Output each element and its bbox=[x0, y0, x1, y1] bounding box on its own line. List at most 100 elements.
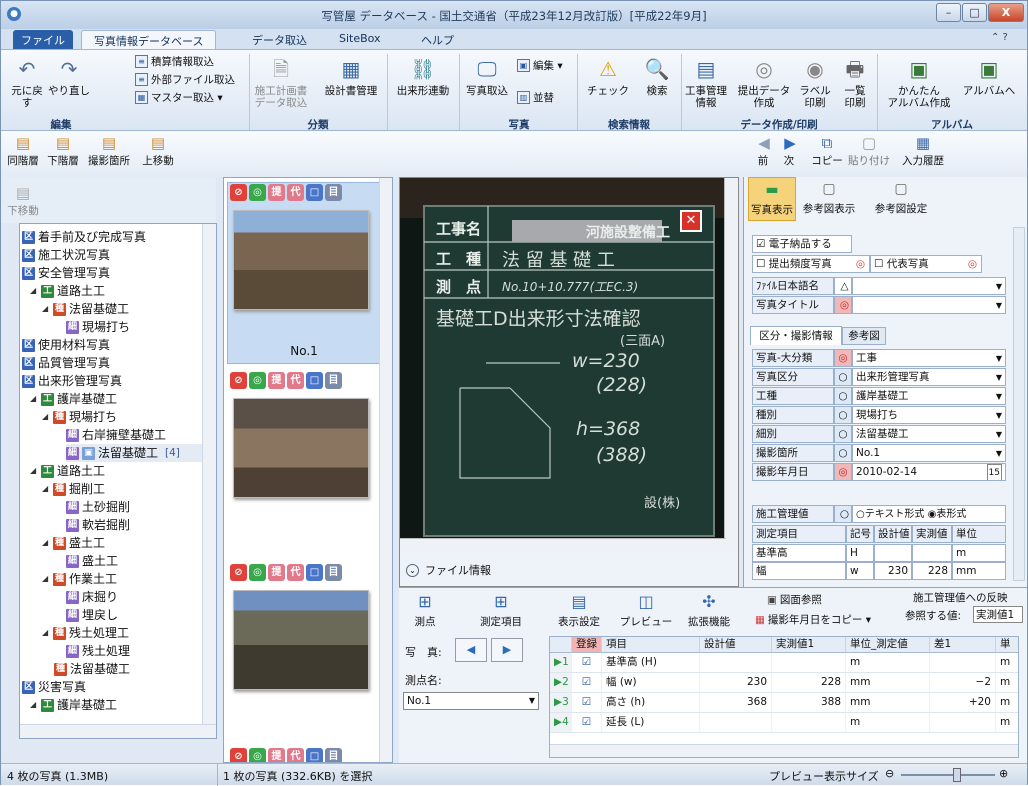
thumb-status-icon[interactable]: 目 bbox=[325, 184, 342, 201]
thumb-status-icon[interactable]: 代 bbox=[287, 372, 304, 389]
grid-cell[interactable]: ☑ bbox=[572, 693, 602, 713]
tree-item[interactable]: 区出来形管理写真 bbox=[22, 372, 122, 390]
expand-icon[interactable]: ◢ bbox=[42, 300, 50, 318]
extension-button[interactable]: ✣ 拡張機能 bbox=[683, 592, 735, 629]
thumb-status-icon[interactable]: □ bbox=[306, 372, 323, 389]
field-value-select[interactable]: 法留基礎工 ▼ bbox=[852, 425, 1006, 443]
thumb-status-icon[interactable]: ⊘ bbox=[230, 564, 247, 581]
field-value-select[interactable]: 工事 ▼ bbox=[852, 349, 1006, 367]
next-button[interactable]: ▶ 次 bbox=[779, 133, 799, 167]
grid-cell[interactable]: ☑ bbox=[572, 653, 602, 673]
copy-date-button[interactable]: ▦ 撮影年月日をコピー ▾ bbox=[755, 612, 871, 627]
photo-title-input[interactable]: ▼ bbox=[852, 296, 1006, 314]
field-value-select[interactable]: No.1 ▼ bbox=[852, 444, 1006, 462]
thumb-status-icon[interactable]: ⊘ bbox=[230, 748, 247, 762]
submit-data-button[interactable]: ◎ 提出データ 作成 bbox=[733, 56, 795, 109]
tab-help[interactable]: ヘルプ bbox=[413, 30, 462, 49]
thumb-status-icon[interactable]: □ bbox=[306, 564, 323, 581]
preview-size-slider[interactable] bbox=[901, 774, 995, 776]
list-print-button[interactable]: 🖶 一覧 印刷 bbox=[835, 56, 875, 109]
photo-import-button[interactable]: 🖵 写真取込 bbox=[463, 56, 511, 97]
copy-button[interactable]: ⧉ コピー bbox=[809, 133, 845, 167]
expand-icon[interactable]: ◢ bbox=[42, 480, 50, 498]
tree-item[interactable]: 種法留基礎工 bbox=[54, 660, 130, 678]
place-button[interactable]: ▤ 撮影箇所 bbox=[83, 133, 135, 167]
thumb-status-icon[interactable]: ⊘ bbox=[230, 184, 247, 201]
photo-next-button[interactable]: ▶ bbox=[491, 638, 523, 662]
thumb-status-icon[interactable]: ◎ bbox=[249, 372, 266, 389]
check-button[interactable]: ⚠ チェック bbox=[583, 56, 633, 97]
expand-icon[interactable]: ◢ bbox=[30, 696, 38, 714]
tree-item[interactable]: ◢ 工護岸基礎工 bbox=[30, 390, 117, 408]
grid-cell[interactable]: ☑ bbox=[572, 713, 602, 733]
thumb-status-icon[interactable]: 提 bbox=[268, 372, 285, 389]
field-value-select[interactable]: 現場打ち ▼ bbox=[852, 406, 1006, 424]
thumbnail-image[interactable] bbox=[233, 210, 369, 310]
tree-item[interactable]: 細現場打ち bbox=[66, 318, 130, 336]
plan-doc-import-button[interactable]: 🗎 施工計画書 データ取込 bbox=[251, 56, 311, 109]
tree-item[interactable]: ◢ 工護岸基礎工 bbox=[30, 696, 117, 714]
tree-item[interactable]: 区使用材料写真 bbox=[22, 336, 110, 354]
expand-icon[interactable]: ◢ bbox=[42, 570, 50, 588]
property-panel-scrollbar[interactable] bbox=[1013, 227, 1025, 581]
thumb-status-icon[interactable]: 提 bbox=[268, 748, 285, 762]
thumb-status-icon[interactable]: ◎ bbox=[249, 748, 266, 762]
tree-item[interactable]: 細埋戻し bbox=[66, 606, 118, 624]
thumbnail-scrollbar[interactable] bbox=[379, 178, 392, 762]
preview-scrollbar-h[interactable] bbox=[400, 538, 726, 552]
paste-button[interactable]: ▢ 貼り付け bbox=[847, 133, 891, 167]
label-print-button[interactable]: ◉ ラベル 印刷 bbox=[793, 56, 837, 109]
thumb-status-icon[interactable]: 目 bbox=[325, 564, 342, 581]
thumbnail-image[interactable] bbox=[233, 398, 369, 498]
tab-sitebox[interactable]: SiteBox bbox=[331, 30, 389, 49]
tree-item[interactable]: ◢ 種掘削工 bbox=[42, 480, 105, 498]
thumbnail-image[interactable] bbox=[233, 590, 369, 690]
same-level-button[interactable]: ▤ 同階層 bbox=[3, 133, 43, 167]
tree-item[interactable]: 区災害写真 bbox=[22, 678, 86, 696]
tree-item[interactable]: 区安全管理写真 bbox=[22, 264, 110, 282]
expand-icon[interactable]: ◢ bbox=[30, 462, 38, 480]
representative-checkbox[interactable]: ☐ 代表写真 ◎ bbox=[870, 255, 982, 273]
tab-data-import[interactable]: データ取込 bbox=[244, 30, 315, 49]
to-album-button[interactable]: ▣ アルバムへ bbox=[959, 56, 1019, 97]
thumb-status-icon[interactable]: 代 bbox=[287, 184, 304, 201]
tree-item[interactable]: 区着手前及び完成写真 bbox=[22, 228, 146, 246]
tree-item[interactable]: ◢ 工道路土工 bbox=[30, 282, 105, 300]
move-down-button[interactable]: ▤ 下移動 bbox=[3, 183, 43, 217]
tree-item[interactable]: ◢ 種法留基礎工 bbox=[42, 300, 129, 318]
expand-icon[interactable]: ◢ bbox=[42, 408, 50, 426]
maximize-button[interactable]: □ bbox=[962, 3, 987, 22]
radio-icon[interactable]: ○ bbox=[856, 509, 865, 520]
tree-scrollbar[interactable] bbox=[202, 224, 216, 738]
tree-item[interactable]: ◢ 種残土処理工 bbox=[42, 624, 129, 642]
tab-file[interactable]: ファイル bbox=[13, 30, 73, 49]
sokutei-button[interactable]: ⊞ 測定項目 bbox=[475, 592, 527, 629]
tree-item[interactable]: ◢ 種作業土工 bbox=[42, 570, 117, 588]
grid-cell[interactable]: ☑ bbox=[572, 673, 602, 693]
thumb-status-icon[interactable]: □ bbox=[306, 748, 323, 762]
drawing-ref-button[interactable]: ▣ 図面参照 bbox=[767, 592, 822, 607]
format-radio-group[interactable]: ○テキスト形式 ◉表形式 bbox=[852, 505, 1006, 523]
minimize-button[interactable]: – bbox=[936, 3, 961, 22]
field-value-select[interactable]: 出来形管理写真 ▼ bbox=[852, 368, 1006, 386]
thumb-status-icon[interactable]: □ bbox=[306, 184, 323, 201]
thumb-status-icon[interactable]: ◎ bbox=[249, 184, 266, 201]
file-info-toggle[interactable]: ⌄ ファイル情報 bbox=[400, 552, 738, 586]
thumb-status-icon[interactable]: ◎ bbox=[249, 564, 266, 581]
thumb-status-icon[interactable]: 提 bbox=[268, 564, 285, 581]
filename-input[interactable]: ▼ bbox=[852, 277, 1006, 295]
grid-hscrollbar[interactable] bbox=[550, 744, 1018, 757]
field-value-select[interactable]: 護岸基礎工 ▼ bbox=[852, 387, 1006, 405]
easy-album-button[interactable]: ▣ かんたん アルバム作成 bbox=[881, 56, 957, 109]
lower-level-button[interactable]: ▤ 下階層 bbox=[43, 133, 83, 167]
tree-item[interactable]: ◢ 種盛土工 bbox=[42, 534, 105, 552]
tree-item[interactable]: 細 ▣ 法留基礎工 [4] bbox=[66, 444, 216, 462]
tree-item[interactable]: 細軟岩掘削 bbox=[66, 516, 130, 534]
expand-icon[interactable]: ◢ bbox=[30, 390, 38, 408]
tree-hscrollbar[interactable] bbox=[20, 724, 216, 738]
photo-view-tab[interactable]: ▬ 写真表示 bbox=[748, 177, 796, 221]
tab-photo-db[interactable]: 写真情報データベース bbox=[81, 30, 217, 49]
thumb-status-icon[interactable]: 代 bbox=[287, 748, 304, 762]
tab-classification[interactable]: 区分・撮影情報 bbox=[750, 326, 842, 345]
ref-set-button[interactable]: ▢ 参考図設定 bbox=[866, 181, 936, 216]
